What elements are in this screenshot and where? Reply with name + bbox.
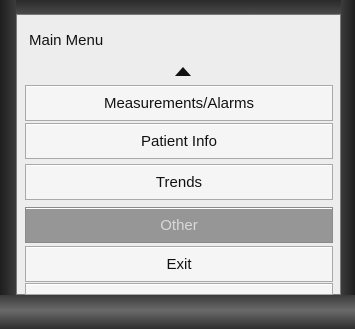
menu-item-exit[interactable]: Exit — [25, 246, 333, 282]
triangle-up-icon[interactable] — [175, 67, 191, 76]
monitor-device: Main Menu Measurements/Alarms Patient In… — [0, 0, 355, 329]
menu-item-patient-info[interactable]: Patient Info — [25, 123, 333, 159]
menu-item-other[interactable]: Other — [25, 207, 333, 243]
main-menu-screen: Main Menu Measurements/Alarms Patient In… — [16, 14, 341, 295]
menu-title: Main Menu — [29, 32, 104, 49]
bezel-bottom — [0, 295, 355, 329]
bezel-left — [0, 0, 16, 329]
menu-item-measurements-alarms[interactable]: Measurements/Alarms — [25, 85, 333, 121]
menu-item-trends[interactable]: Trends — [25, 164, 333, 200]
menu-item-next-partial[interactable] — [25, 283, 333, 295]
bezel-right — [341, 0, 355, 329]
bezel-top — [0, 0, 355, 14]
